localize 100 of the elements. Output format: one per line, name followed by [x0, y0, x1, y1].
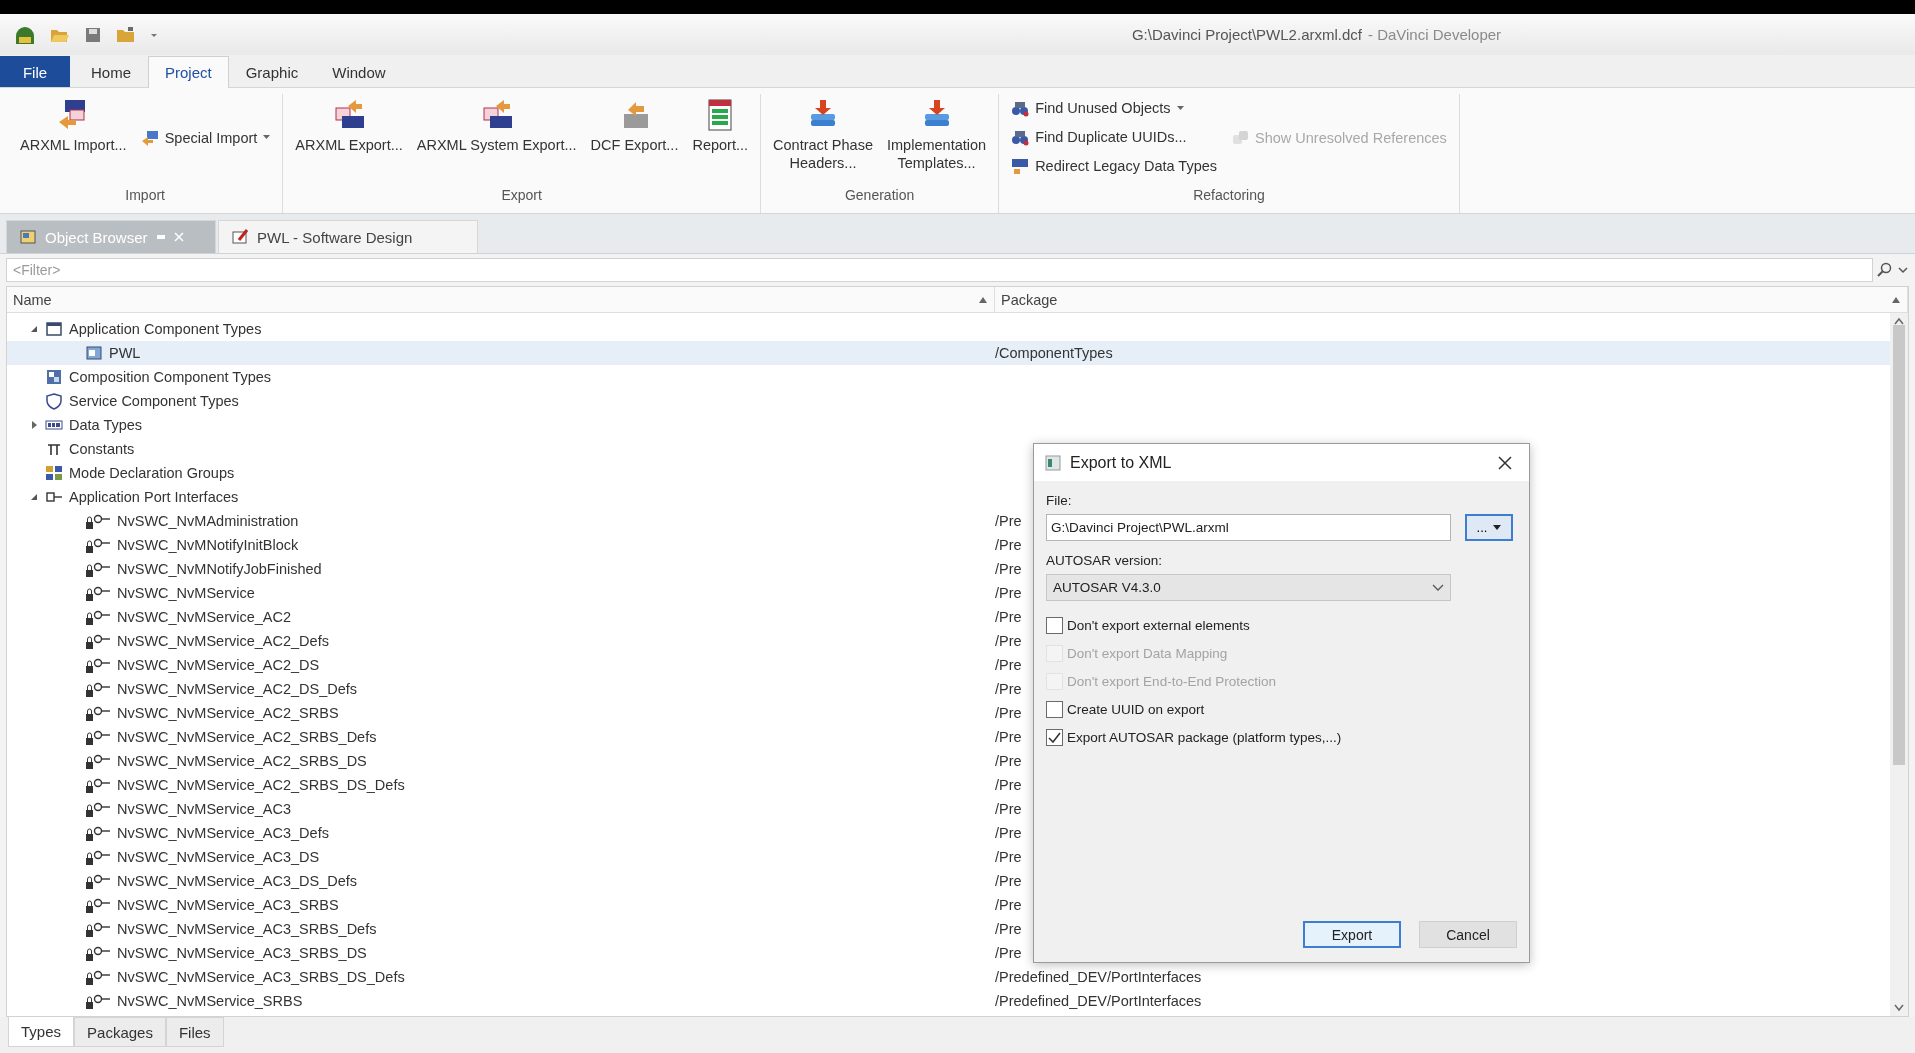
data-type-icon — [1011, 157, 1030, 175]
ribbon-tab[interactable]: Home — [74, 56, 148, 87]
tree-node[interactable]: Mode Declaration Groups — [7, 464, 995, 482]
package-cell: /Pre — [995, 753, 1022, 769]
locked-port-icon — [85, 872, 111, 890]
locked-port-icon — [85, 704, 111, 722]
tree-node[interactable]: Constants — [7, 440, 995, 458]
bottom-tab[interactable]: Types — [8, 1017, 75, 1047]
save-icon — [84, 25, 102, 44]
ribbon-tab[interactable]: Window — [315, 56, 403, 87]
tree-node[interactable]: NvSWC_NvMService_AC2_SRBS_DS_Defs — [7, 776, 995, 794]
caret-icon — [263, 135, 271, 140]
scrollbar[interactable] — [1890, 313, 1908, 1016]
ribbon-tab[interactable]: Project — [148, 56, 229, 88]
composition-icon — [45, 368, 63, 386]
collapsed-arrow-icon[interactable] — [29, 420, 39, 430]
locked-port-icon — [85, 896, 111, 914]
tree-node[interactable]: PWL — [7, 344, 995, 362]
tree-node[interactable]: NvSWC_NvMService_AC2 — [7, 608, 995, 626]
package-cell: /Pre — [995, 897, 1022, 913]
tree-node[interactable]: NvSWC_NvMService_AC2_SRBS_Defs — [7, 728, 995, 746]
binoculars-icon — [1011, 128, 1030, 146]
ribbon-button[interactable]: DCF Export... — [586, 96, 683, 156]
tree-node[interactable]: NvSWC_NvMNotifyInitBlock — [7, 536, 995, 554]
file-menu-button[interactable]: File — [0, 56, 70, 87]
locked-port-icon — [85, 680, 111, 698]
ribbon-button[interactable]: Special Import — [136, 125, 275, 150]
tree-node[interactable]: NvSWC_NvMService_SRBS — [7, 992, 995, 1010]
tree-node[interactable]: NvSWC_NvMService_AC3_SRBS_DS — [7, 944, 995, 962]
tree-node[interactable]: NvSWC_NvMService_AC2_Defs — [7, 632, 995, 650]
tree-node[interactable]: NvSWC_NvMService_AC3_DS_Defs — [7, 872, 995, 890]
ribbon-button[interactable]: Implementation Templates... — [883, 96, 991, 174]
tree-node[interactable]: NvSWC_NvMService — [7, 584, 995, 602]
close-icon — [1497, 454, 1513, 471]
tree-node[interactable]: NvSWC_NvMService_AC3_SRBS_Defs — [7, 920, 995, 938]
ribbon-button[interactable]: ARXML System Export... — [412, 96, 581, 156]
package-cell: /Pre — [995, 657, 1022, 673]
file-path-field[interactable]: G:\Davinci Project\PWL.arxml — [1046, 514, 1451, 541]
tree-node[interactable]: Service Component Types — [7, 392, 995, 410]
locked-port-icon — [85, 848, 111, 866]
checkbox[interactable] — [1046, 700, 1063, 718]
tree-node[interactable]: Data Types — [7, 416, 995, 434]
ribbon-group-label: Export — [500, 186, 543, 205]
expanded-arrow-icon[interactable] — [29, 492, 39, 502]
tree-node[interactable]: NvSWC_NvMService_AC3_Defs — [7, 824, 995, 842]
tree-node[interactable]: NvSWC_NvMService_AC2_SRBS — [7, 704, 995, 722]
package-cell: /Pre — [995, 801, 1022, 817]
mode-group-icon — [45, 464, 63, 482]
ribbon-button[interactable]: Find Unused Objects — [1007, 96, 1221, 120]
tree-node[interactable]: NvSWC_NvMService_AC2_DS_Defs — [7, 680, 995, 698]
package-cell: /Predefined_DEV/PortInterfaces — [995, 969, 1202, 985]
filter-field[interactable]: <Filter> — [6, 258, 1873, 282]
tree-node[interactable]: Composition Component Types — [7, 368, 995, 386]
browse-button[interactable]: ... — [1465, 514, 1513, 541]
package-cell: /Pre — [995, 729, 1022, 745]
link-icon — [1231, 128, 1249, 147]
tree-node[interactable]: Application Port Interfaces — [7, 488, 995, 506]
ribbon-button[interactable]: Contract Phase Headers... — [769, 96, 877, 174]
field-label: AUTOSAR version: — [1046, 553, 1164, 568]
checkbox-label: Don't export external elements — [1067, 617, 1250, 633]
checkbox[interactable] — [1046, 616, 1063, 634]
expanded-arrow-icon[interactable] — [29, 324, 39, 334]
sort-up-icon — [1891, 295, 1901, 304]
checkbox-label: Create UUID on export — [1067, 701, 1205, 717]
tree-node[interactable]: NvSWC_NvMAdministration — [7, 512, 995, 530]
ribbon-tab[interactable]: Graphic — [228, 56, 316, 87]
document-tab[interactable]: PWL - Software Design — [218, 220, 478, 253]
ribbon-button[interactable]: Find Duplicate UUIDs... — [1007, 125, 1221, 149]
bottom-tab[interactable]: Files — [165, 1017, 224, 1047]
tree-node[interactable]: NvSWC_NvMService_AC2_SRBS_DS — [7, 752, 995, 770]
tree-node[interactable]: Application Component Types — [7, 320, 995, 338]
ribbon-button[interactable]: ARXML Export... — [291, 96, 407, 156]
dialog-button[interactable]: Cancel — [1419, 921, 1517, 948]
bottom-tab[interactable]: Packages — [74, 1017, 166, 1047]
ribbon-button[interactable]: ARXML Import... — [16, 96, 131, 156]
version-dropdown[interactable]: AUTOSAR V4.3.0 — [1046, 574, 1451, 601]
dialog-icon — [1044, 453, 1062, 472]
locked-port-icon — [85, 728, 111, 746]
locked-port-icon — [85, 992, 111, 1010]
tree-node[interactable]: NvSWC_NvMService_AC2_DS — [7, 656, 995, 674]
column-header[interactable]: Package — [995, 287, 1908, 312]
ribbon-group-label: Generation — [843, 186, 916, 205]
package-cell: /Pre — [995, 849, 1022, 865]
tree-node[interactable]: NvSWC_NvMNotifyJobFinished — [7, 560, 995, 578]
caret-icon — [1493, 524, 1502, 531]
package-cell: /Pre — [995, 705, 1022, 721]
column-header[interactable]: Name — [7, 287, 995, 312]
tree-node[interactable]: NvSWC_NvMService_AC3_DS — [7, 848, 995, 866]
search-icon — [1877, 262, 1893, 278]
package-cell: /Pre — [995, 921, 1022, 937]
package-cell: /Pre — [995, 825, 1022, 841]
tree-node[interactable]: NvSWC_NvMService_AC3 — [7, 800, 995, 818]
folder-icon — [116, 25, 136, 44]
checkbox[interactable] — [1046, 728, 1063, 746]
window-icon — [45, 320, 63, 338]
tree-node[interactable]: NvSWC_NvMService_AC3_SRBS_DS_Defs — [7, 968, 995, 986]
ribbon-button[interactable]: Report... — [688, 96, 753, 156]
tree-node[interactable]: NvSWC_NvMService_AC3_SRBS — [7, 896, 995, 914]
ribbon-button[interactable]: Redirect Legacy Data Types — [1007, 154, 1221, 178]
dialog-button[interactable]: Export — [1303, 921, 1401, 948]
